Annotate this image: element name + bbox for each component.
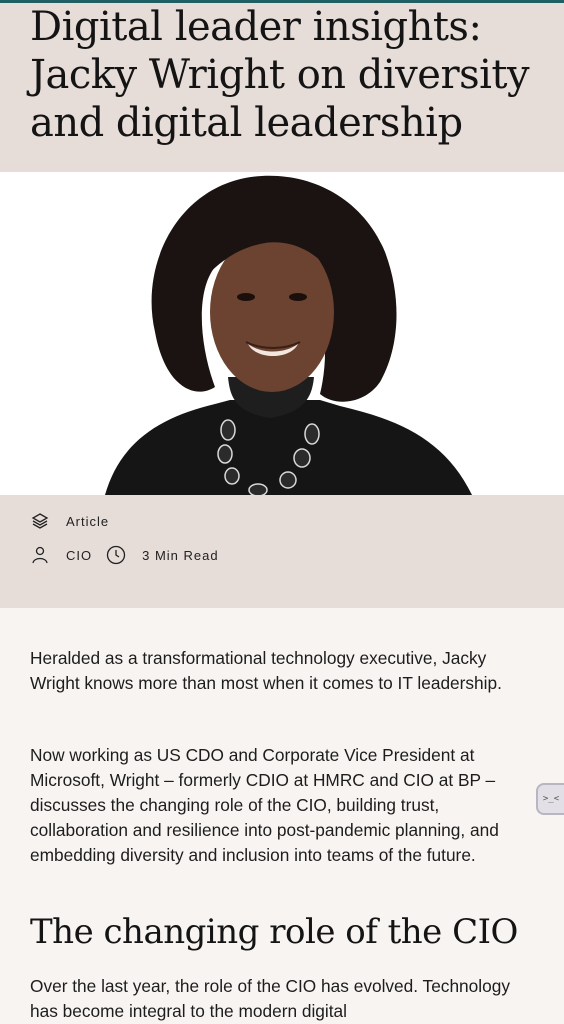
- meta-type-row: Article: [30, 511, 109, 531]
- article-meta: Article CIO 3 Min Read: [0, 495, 564, 608]
- paragraph-summary: Now working as US CDO and Corporate Vice…: [30, 745, 499, 865]
- layers-icon: [30, 511, 50, 531]
- clock-icon: [106, 545, 126, 565]
- terminal-icon: >_<: [542, 794, 560, 804]
- article-header: Digital leader insights: Jacky Wright on…: [0, 3, 564, 172]
- article-title: Digital leader insights: Jacky Wright on…: [30, 4, 530, 146]
- user-icon: [30, 545, 50, 565]
- portrait-illustration: [0, 172, 564, 495]
- section-paragraph: Over the last year, the role of the CIO …: [30, 976, 510, 1021]
- section-heading: The changing role of the CIO: [30, 912, 518, 952]
- meta-info-row: CIO 3 Min Read: [30, 545, 219, 565]
- content-type-label: Article: [66, 513, 110, 529]
- hero-portrait-image: [0, 172, 564, 495]
- category-link[interactable]: CIO: [66, 548, 92, 563]
- read-time-label: 3 Min Read: [142, 547, 219, 563]
- floating-widget-button[interactable]: >_<: [536, 783, 564, 815]
- paragraph-intro: Heralded as a transformational technolog…: [30, 648, 502, 693]
